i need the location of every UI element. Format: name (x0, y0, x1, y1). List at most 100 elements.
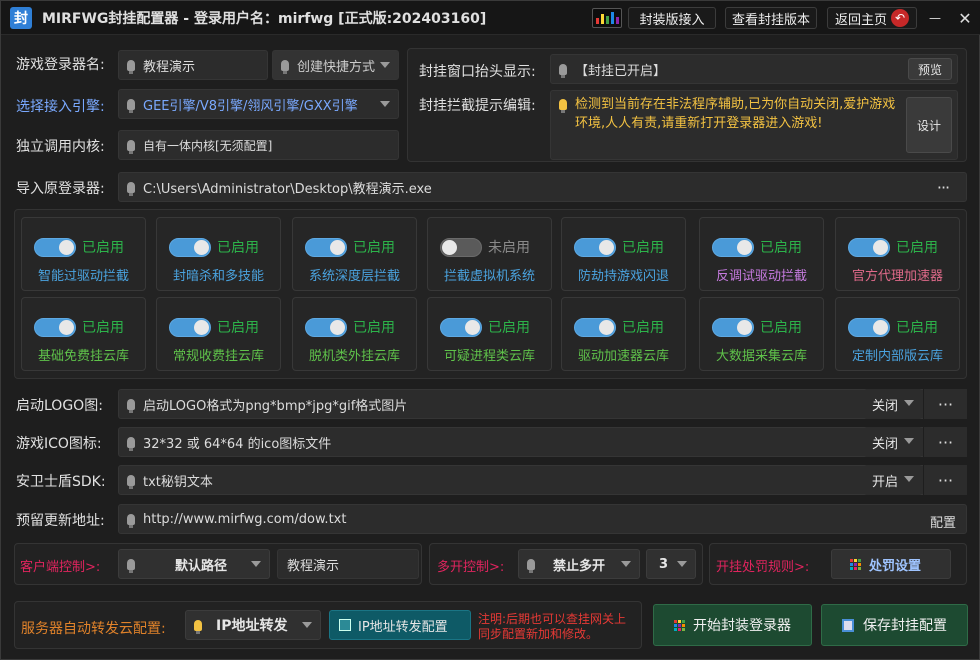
feature-card[interactable]: 已启用 脱机类外挂云库 (292, 297, 417, 371)
logo-input[interactable]: 启动LOGO格式为png*bmp*jpg*gif格式图片 (118, 389, 967, 419)
ip-forward-dropdown[interactable]: IP地址转发 (185, 610, 321, 640)
logo-browse-button[interactable]: ··· (923, 389, 967, 419)
feature-state: 已启用 (760, 320, 802, 336)
bulb-icon (127, 558, 135, 573)
back-home-button[interactable]: 返回主页 ↶ (827, 7, 917, 29)
feature-toggle[interactable] (34, 238, 76, 257)
bulb-icon (127, 474, 135, 489)
feature-state: 已启用 (82, 320, 124, 336)
feature-grid: 已启用 智能过驱动拦截 已启用 封暗杀和多技能 已启用 系统深度层拦截 未启用 拦截虚拟机系统… (14, 209, 967, 379)
grid-icon (674, 619, 685, 631)
client-control-label: 客户端控制>: (20, 560, 101, 575)
logo-state-dropdown[interactable]: 关闭 (864, 389, 922, 419)
window-title-label: 封挂窗口抬头显示: (419, 64, 536, 80)
ico-input[interactable]: 32*32 或 64*64 的ico图标文件 (118, 427, 967, 457)
start-pack-button[interactable]: 开始封装登录器 (653, 604, 812, 646)
launcher-name-input[interactable]: 教程演示 (118, 50, 268, 80)
window-title-input[interactable]: 【封挂已开启】 预览 (550, 54, 958, 84)
block-tip-input[interactable]: 检测到当前存在非法程序辅助,已为你自动关闭,爱护游戏环境,人人有责,请重新打开登… (550, 90, 958, 160)
ico-label: 游戏ICO图标: (16, 436, 102, 452)
feature-card[interactable]: 未启用拦截虚拟机系统 (427, 217, 552, 291)
server-panel: 服务器自动转发云配置: IP地址转发 IP地址转发配置 注明:后期也可以查挂网关… (14, 601, 642, 649)
feature-toggle[interactable] (169, 238, 211, 257)
feature-toggle[interactable] (848, 318, 890, 337)
design-button[interactable]: 设计 (906, 97, 952, 153)
feature-state: 未启用 (488, 240, 530, 256)
pack-access-button[interactable]: 封装版接入 (628, 7, 716, 29)
feature-state: 已启用 (896, 240, 938, 256)
view-version-button[interactable]: 查看封挂版本 (725, 7, 817, 29)
toggle-knob (330, 240, 345, 255)
feature-toggle[interactable] (440, 238, 482, 257)
more-icon[interactable]: ··· (932, 176, 954, 198)
client-path-dropdown[interactable]: 默认路径 (118, 549, 270, 579)
feature-toggle[interactable] (574, 238, 616, 257)
sdk-browse-button[interactable]: ··· (923, 465, 967, 495)
feature-card[interactable]: 已启用 大数据采集云库 (699, 297, 824, 371)
update-config-button[interactable]: 配置 (930, 512, 956, 531)
feature-toggle[interactable] (169, 318, 211, 337)
save-icon (842, 618, 854, 632)
multi-count-dropdown[interactable]: 3 (646, 549, 696, 579)
toggle-knob (59, 240, 74, 255)
feature-toggle[interactable] (848, 238, 890, 257)
feature-state: 已启用 (896, 320, 938, 336)
chevron-down-icon (904, 438, 914, 444)
penalty-panel: 开挂处罚规则>: 处罚设置 (709, 543, 967, 585)
create-shortcut-dropdown[interactable]: 创建快捷方式 (272, 50, 399, 80)
feature-name: 常规收费挂云库 (172, 349, 264, 364)
preview-button[interactable]: 预览 (908, 58, 952, 80)
feature-name: 可疑进程类云库 (443, 349, 535, 364)
engine-dropdown[interactable]: GEE引擎/V8引擎/翎风引擎/GXX引擎 (118, 89, 399, 119)
client-name-input[interactable]: 教程演示 (277, 549, 419, 579)
feature-card[interactable]: 已启用 反调试驱动拦截 (699, 217, 824, 291)
save-config-button[interactable]: 保存封挂配置 (821, 604, 968, 646)
feature-toggle[interactable] (574, 318, 616, 337)
feature-name: 反调试驱动拦截 (715, 269, 807, 284)
chevron-down-icon (904, 400, 914, 406)
update-url-input[interactable]: http://www.mirfwg.com/dow.txt 配置 (118, 504, 967, 534)
penalty-settings-button[interactable]: 处罚设置 (831, 549, 951, 579)
bulb-icon (281, 59, 289, 74)
minimize-button[interactable]: — (923, 7, 947, 29)
chevron-down-icon (621, 561, 631, 567)
equalizer-icon[interactable] (592, 8, 622, 28)
config-icon (339, 619, 351, 631)
feature-name: 拦截虚拟机系统 (443, 269, 535, 284)
ico-browse-button[interactable]: ··· (923, 427, 967, 457)
feature-toggle[interactable] (305, 238, 347, 257)
toggle-knob (737, 320, 752, 335)
feature-name: 防劫持游戏闪退 (577, 269, 669, 284)
feature-toggle[interactable] (34, 318, 76, 337)
feature-card[interactable]: 已启用 基础免费挂云库 (21, 297, 146, 371)
feature-toggle[interactable] (305, 318, 347, 337)
toggle-knob (873, 240, 888, 255)
toggle-knob (442, 240, 457, 255)
feature-card[interactable]: 已启用 驱动加速器云库 (561, 297, 686, 371)
grid-icon (850, 558, 861, 570)
feature-card[interactable]: 已启用 智能过驱动拦截 (21, 217, 146, 291)
server-config-label: 服务器自动转发云配置: (21, 621, 166, 637)
feature-name: 驱动加速器云库 (577, 349, 669, 364)
feature-card[interactable]: 已启用 防劫持游戏闪退 (561, 217, 686, 291)
feature-card[interactable]: 已启用 定制内部版云库 (835, 297, 960, 371)
kernel-input[interactable]: 自有一体内核[无须配置] (118, 130, 399, 160)
multi-open-dropdown[interactable]: 禁止多开 (518, 549, 640, 579)
import-launcher-input[interactable]: C:\Users\Administrator\Desktop\教程演示.exe … (118, 172, 967, 202)
ip-forward-config-button[interactable]: IP地址转发配置 (329, 610, 471, 640)
feature-toggle[interactable] (712, 238, 754, 257)
feature-card[interactable]: 已启用 官方代理加速器 (835, 217, 960, 291)
window-title: MIRFWG封挂配置器 - 登录用户名：mirfwg [正式版:20240316… (42, 10, 487, 27)
feature-toggle[interactable] (712, 318, 754, 337)
sdk-state-dropdown[interactable]: 开启 (864, 465, 922, 495)
ico-state-dropdown[interactable]: 关闭 (864, 427, 922, 457)
chevron-down-icon (380, 62, 390, 68)
feature-card[interactable]: 已启用 封暗杀和多技能 (156, 217, 281, 291)
feature-card[interactable]: 已启用 常规收费挂云库 (156, 297, 281, 371)
feature-card[interactable]: 已启用 系统深度层拦截 (292, 217, 417, 291)
feature-card[interactable]: 已启用 可疑进程类云库 (427, 297, 552, 371)
chevron-down-icon (677, 561, 687, 567)
close-button[interactable]: ✕ (953, 7, 977, 29)
feature-toggle[interactable] (440, 318, 482, 337)
sdk-input[interactable]: txt秘钥文本 (118, 465, 967, 495)
